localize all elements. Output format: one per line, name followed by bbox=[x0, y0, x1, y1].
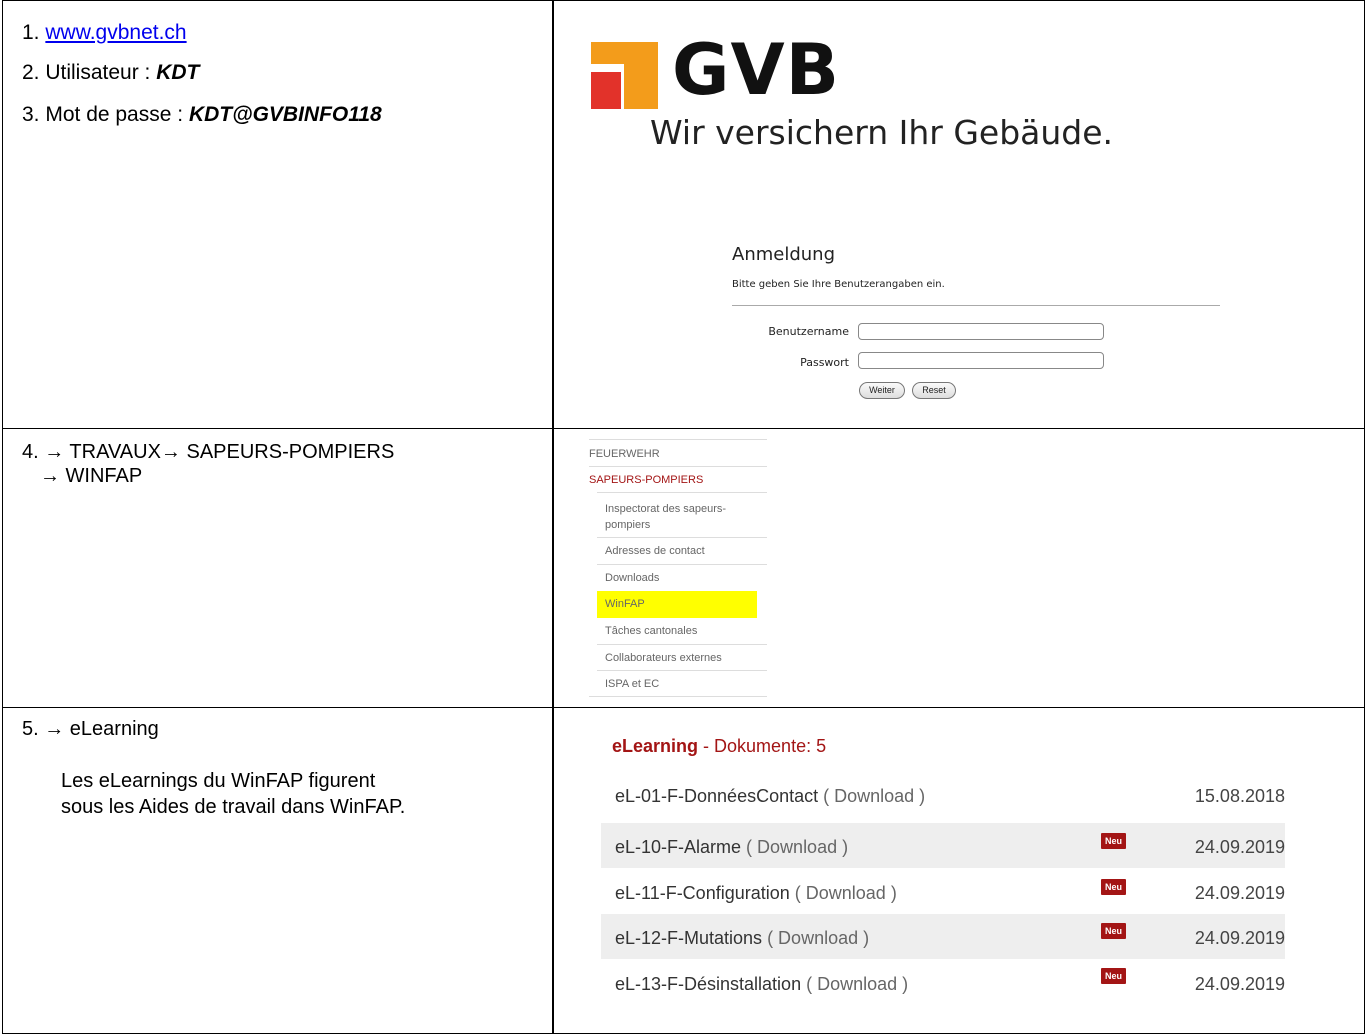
nav-divider bbox=[589, 466, 767, 467]
nav-collaborateurs[interactable]: Collaborateurs externes bbox=[605, 652, 722, 664]
password-input[interactable] bbox=[858, 352, 1104, 369]
document-row: eL-01-F-DonnéesContact ( Download ) 15.0… bbox=[601, 776, 1285, 821]
nav-taches[interactable]: Tâches cantonales bbox=[605, 625, 697, 637]
document-name: eL-10-F-Alarme bbox=[615, 837, 742, 857]
document-row: eL-13-F-Désinstallation ( Download ) Neu… bbox=[601, 960, 1285, 1005]
elearning-note-line2: sous les Aides de travail dans WinFAP. bbox=[61, 796, 406, 818]
document-title: eL-12-F-Mutations ( Download ) bbox=[615, 928, 869, 949]
password-caption: 3. Mot de passe : bbox=[22, 103, 189, 126]
gvb-logo-icon bbox=[591, 42, 658, 109]
nav-top-border bbox=[589, 439, 767, 440]
nav-downloads[interactable]: Downloads bbox=[605, 572, 659, 584]
nav-divider bbox=[597, 670, 767, 671]
nav-bottom-border bbox=[589, 696, 767, 697]
document-date: 24.09.2019 bbox=[1194, 883, 1285, 903]
username-input[interactable] bbox=[858, 323, 1104, 340]
gvbnet-link[interactable]: www.gvbnet.ch bbox=[45, 21, 186, 44]
step-4-path: 4. → TRAVAUX→ SAPEURS-POMPIERS bbox=[22, 441, 395, 463]
download-link[interactable]: ( Download ) bbox=[741, 837, 848, 857]
new-badge: Neu bbox=[1101, 923, 1126, 939]
nav-ispa[interactable]: ISPA et EC bbox=[605, 678, 659, 690]
document-title: eL-13-F-Désinstallation ( Download ) bbox=[615, 974, 908, 995]
documents-title: eLearning - Dokumente: 5 bbox=[612, 736, 826, 757]
document-date: 24.09.2019 bbox=[1194, 974, 1285, 994]
download-link[interactable]: ( Download ) bbox=[762, 928, 869, 948]
row-divider-2 bbox=[2, 707, 1365, 708]
nav-divider bbox=[597, 492, 767, 493]
username-value: KDT bbox=[156, 61, 200, 84]
document-name: eL-12-F-Mutations bbox=[615, 928, 763, 948]
document-name: eL-11-F-Configuration bbox=[615, 883, 790, 903]
new-badge: Neu bbox=[1101, 833, 1126, 849]
new-badge: Neu bbox=[1101, 968, 1126, 984]
step-1: 1. www.gvbnet.ch bbox=[22, 18, 187, 48]
document-title: eL-01-F-DonnéesContact ( Download ) bbox=[615, 786, 925, 807]
password-label: Passwort bbox=[800, 356, 849, 369]
elearning-note: Les eLearnings du WinFAP figurent sous l… bbox=[61, 768, 405, 820]
nav-sapeurs-pompiers[interactable]: SAPEURS-POMPIERS bbox=[589, 474, 703, 486]
password-value: KDT@GVBINFO118 bbox=[188, 103, 382, 126]
row-divider-1 bbox=[2, 428, 1365, 429]
nav-divider bbox=[597, 564, 767, 565]
document-name: eL-13-F-Désinstallation bbox=[615, 974, 802, 994]
document-row: eL-12-F-Mutations ( Download ) Neu 24.09… bbox=[601, 914, 1285, 959]
slogan: Wir versichern Ihr Gebäude. bbox=[650, 113, 1114, 152]
nav-inspectorat-line1: Inspectorat des sapeurs- bbox=[605, 503, 727, 515]
nav-winfap[interactable]: WinFAP bbox=[605, 598, 645, 610]
download-link[interactable]: ( Download ) bbox=[818, 786, 925, 806]
step-3: 3. Mot de passe : KDT@GVBINFO118 bbox=[22, 100, 382, 130]
column-divider bbox=[552, 0, 554, 1034]
step-1-number: 1. bbox=[22, 21, 46, 44]
nav-feuerwehr[interactable]: FEUERWEHR bbox=[589, 448, 660, 460]
document-title: eL-11-F-Configuration ( Download ) bbox=[615, 883, 897, 904]
gvb-logo-text: GVB bbox=[672, 29, 840, 111]
step-4: 4. → TRAVAUX→ SAPEURS-POMPIERS → WINFAP bbox=[22, 440, 394, 488]
document-date: 15.08.2018 bbox=[1194, 786, 1285, 806]
submit-button[interactable]: Weiter bbox=[859, 382, 905, 399]
login-title: Anmeldung bbox=[732, 244, 835, 265]
username-label: Benutzername bbox=[768, 325, 849, 338]
document-row: eL-11-F-Configuration ( Download ) Neu 2… bbox=[601, 869, 1285, 914]
download-link[interactable]: ( Download ) bbox=[801, 974, 908, 994]
document-date: 24.09.2019 bbox=[1194, 928, 1285, 948]
document-date: 24.09.2019 bbox=[1194, 837, 1285, 857]
documents-title-count: - Dokumente: 5 bbox=[698, 736, 827, 756]
step-2: 2. Utilisateur : KDT bbox=[22, 58, 199, 88]
new-badge: Neu bbox=[1101, 879, 1126, 895]
nav-adresses[interactable]: Adresses de contact bbox=[605, 545, 705, 557]
nav-inspectorat-line2: pompiers bbox=[605, 519, 651, 531]
document-name: eL-01-F-DonnéesContact bbox=[615, 786, 819, 806]
elearning-note-line1: Les eLearnings du WinFAP figurent bbox=[61, 770, 376, 792]
reset-button[interactable]: Reset bbox=[912, 382, 956, 399]
document-row: eL-10-F-Alarme ( Download ) Neu 24.09.20… bbox=[601, 823, 1285, 868]
nav-divider bbox=[597, 537, 767, 538]
login-divider bbox=[732, 305, 1220, 306]
username-caption: 2. Utilisateur : bbox=[22, 61, 157, 84]
document-title: eL-10-F-Alarme ( Download ) bbox=[615, 837, 848, 858]
nav-divider bbox=[597, 644, 767, 645]
documents-title-category: eLearning bbox=[612, 736, 699, 756]
step-4-path-end: → WINFAP bbox=[40, 465, 143, 487]
nav-inspectorat[interactable]: Inspectorat des sapeurs- pompiers bbox=[605, 501, 726, 533]
download-link[interactable]: ( Download ) bbox=[790, 883, 897, 903]
step-5: 5. → eLearning bbox=[22, 718, 159, 740]
login-instructions: Bitte geben Sie Ihre Benutzerangaben ein… bbox=[732, 279, 945, 290]
